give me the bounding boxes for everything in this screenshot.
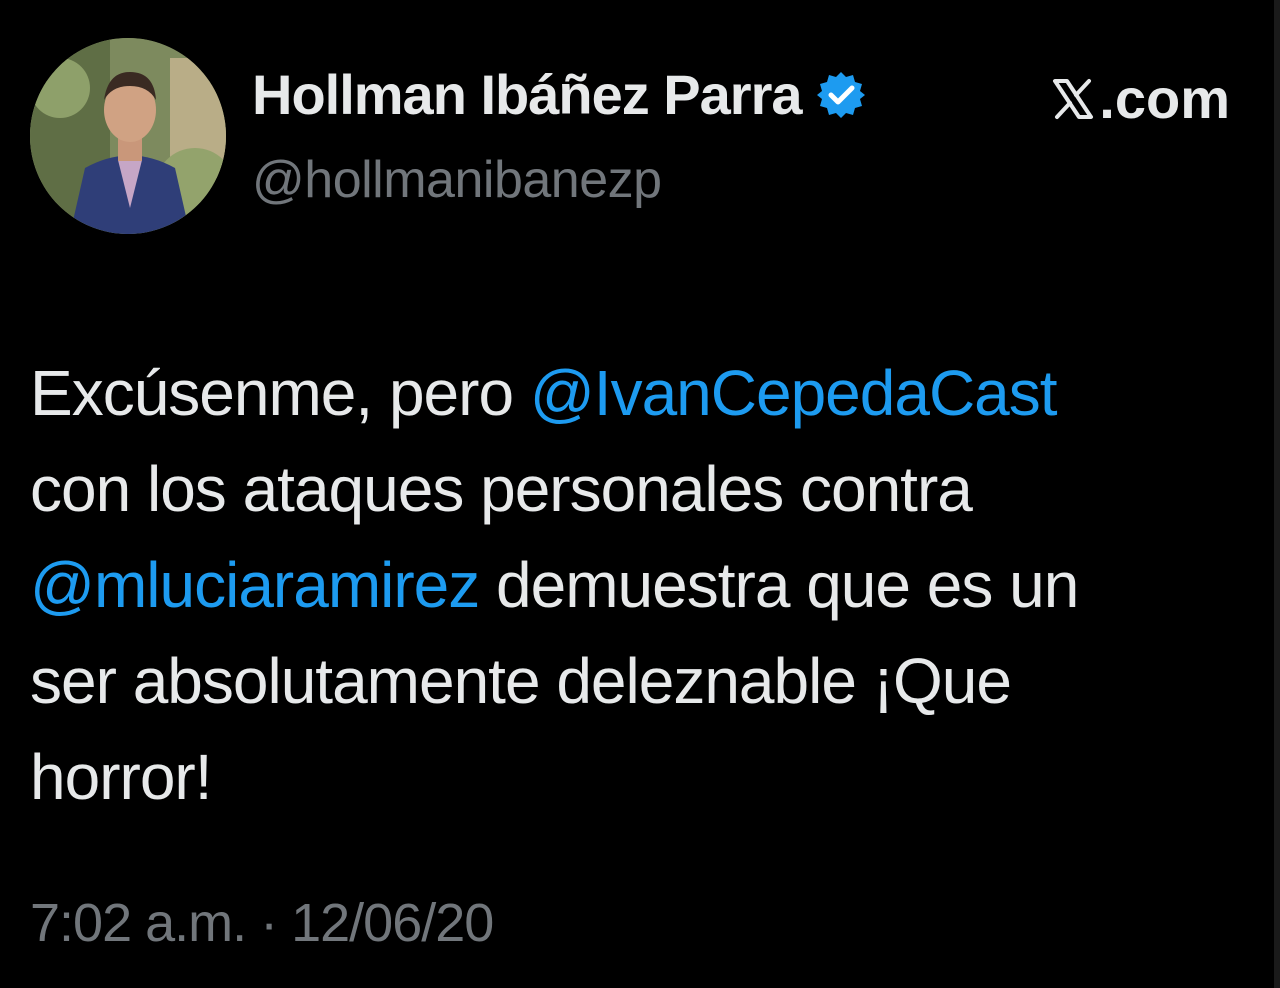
tweet-line-2: con los ataques personales contra xyxy=(30,441,1230,537)
tweet-line-5: horror! xyxy=(30,729,1230,825)
tweet-text-segment: horror! xyxy=(30,741,212,813)
edge-divider xyxy=(1274,0,1280,988)
tweet-text-segment: demuestra que es un xyxy=(479,549,1079,621)
tweet-line-3: @mluciaramirez demuestra que es un xyxy=(30,537,1230,633)
name-row: Hollman Ibáñez Parra xyxy=(252,62,866,127)
brand-domain-label: .com xyxy=(1099,67,1230,130)
user-handle[interactable]: @hollmanibanezp xyxy=(252,150,662,210)
tweet-timestamp[interactable]: 7:02 a.m. · 12/06/20 xyxy=(30,892,494,954)
tweet-line-1: Excúsenme, pero @IvanCepedaCast xyxy=(30,345,1230,441)
avatar[interactable] xyxy=(30,38,226,234)
tweet-card: Hollman Ibáñez Parra @hollmanibanezp .co… xyxy=(0,0,1280,988)
avatar-photo xyxy=(30,38,226,234)
tweet-text: Excúsenme, pero @IvanCepedaCast con los … xyxy=(30,345,1230,825)
tweet-header: Hollman Ibáñez Parra @hollmanibanezp .co… xyxy=(30,38,1240,238)
tweet-line-4: ser absolutamente deleznable ¡Que xyxy=(30,633,1230,729)
mention-link[interactable]: @IvanCepedaCast xyxy=(530,357,1058,429)
tweet-text-segment: ser absolutamente deleznable ¡Que xyxy=(30,645,1012,717)
tweet-text-segment: Excúsenme, pero xyxy=(30,357,530,429)
x-logo-icon xyxy=(1053,78,1094,119)
verified-badge-icon xyxy=(816,71,865,118)
display-name[interactable]: Hollman Ibáñez Parra xyxy=(252,62,803,127)
mention-link[interactable]: @mluciaramirez xyxy=(30,549,480,621)
tweet-text-segment: con los ataques personales contra xyxy=(30,453,973,525)
brand-mark: .com xyxy=(1049,66,1230,131)
